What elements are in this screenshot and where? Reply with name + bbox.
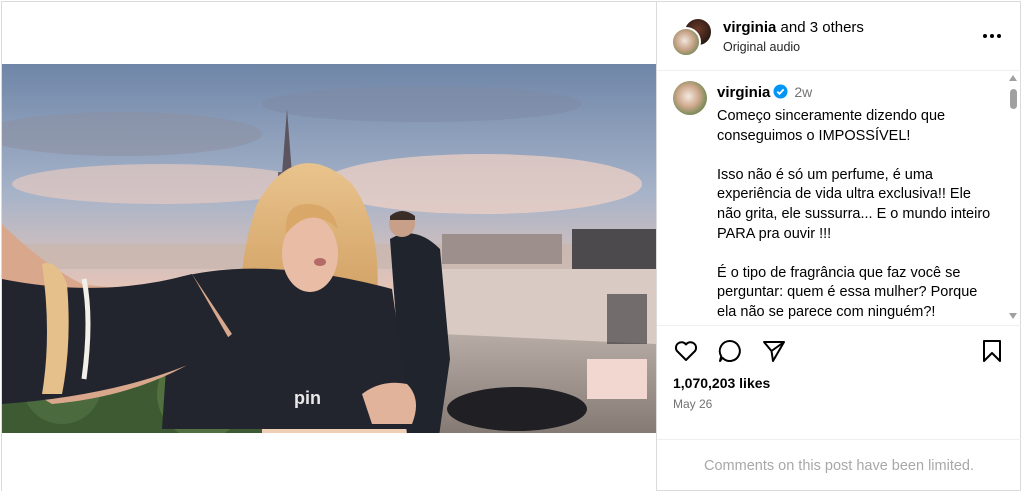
- post-date[interactable]: May 26: [673, 397, 712, 411]
- caption-scroll-area[interactable]: virginia 2w Começo sinceramente dizendo q…: [657, 71, 1021, 325]
- media-panel: pin: [2, 2, 656, 491]
- video-frame-illustration: pin: [2, 64, 656, 433]
- verified-badge-icon: [773, 84, 788, 103]
- caption-text: Começo sinceramente dizendo que consegui…: [717, 107, 999, 325]
- divider: [657, 325, 1021, 326]
- caption-paragraph: É o tipo de fragrância que faz você se p…: [717, 264, 978, 320]
- username-link[interactable]: virginia: [723, 19, 776, 36]
- post-header: virginia and 3 others Original audio: [657, 2, 1021, 71]
- likes-count[interactable]: 1,070,203 likes: [673, 375, 770, 391]
- original-audio-link[interactable]: Original audio: [723, 40, 800, 54]
- comments-limited-notice: Comments on this post have been limited.: [704, 458, 974, 474]
- divider: [657, 439, 1021, 440]
- avatar[interactable]: [673, 81, 707, 115]
- caption-scrollbar[interactable]: [1006, 75, 1020, 323]
- svg-text:pin: pin: [294, 388, 321, 408]
- post-details-panel: virginia and 3 others Original audio vir…: [657, 2, 1021, 491]
- reel-video[interactable]: pin: [2, 64, 656, 433]
- bookmark-icon[interactable]: [979, 338, 1005, 364]
- post-time[interactable]: 2w: [794, 84, 812, 100]
- scroll-down-arrow-icon[interactable]: [1009, 313, 1017, 319]
- caption-paragraph: Começo sinceramente dizendo que consegui…: [717, 108, 946, 144]
- caption-paragraph: Isso não é só um perfume, é uma experiên…: [717, 166, 991, 242]
- avatar: [671, 27, 701, 57]
- more-options-icon[interactable]: [980, 26, 1004, 46]
- scrollbar-thumb[interactable]: [1010, 89, 1017, 109]
- share-icon[interactable]: [761, 338, 787, 364]
- collab-avatars[interactable]: [671, 17, 713, 57]
- collab-others-link[interactable]: and 3 others: [776, 19, 864, 36]
- scroll-up-arrow-icon[interactable]: [1009, 75, 1017, 81]
- caption-header: virginia 2w: [717, 84, 812, 103]
- heart-icon[interactable]: [673, 338, 699, 364]
- comment-icon[interactable]: [717, 338, 743, 364]
- collab-title: virginia and 3 others: [723, 19, 864, 36]
- caption-username[interactable]: virginia: [717, 84, 770, 101]
